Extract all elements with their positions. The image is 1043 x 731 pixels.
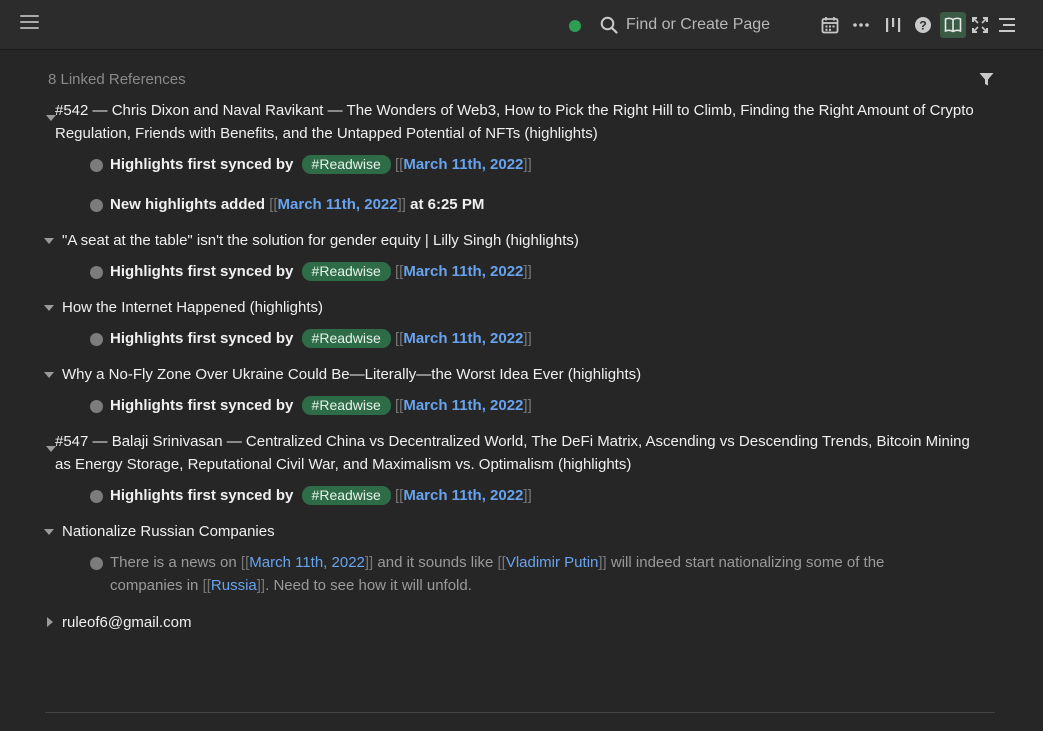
date-link[interactable]: March 11th, 2022 [249,554,365,571]
readwise-tag[interactable]: #Readwise [301,396,391,415]
align-icon[interactable] [996,13,1018,37]
reference-page-title[interactable]: #542 — Chris Dixon and Naval Ravikant — … [44,99,984,145]
date-link[interactable]: March 11th, 2022 [403,156,523,173]
news-text-2: and it sounds like [377,554,494,571]
reference-block: New highlights added [[March 11th, 2022]… [90,193,484,216]
date-link[interactable]: March 11th, 2022 [403,263,523,280]
block-bullet[interactable] [90,557,103,570]
readwise-tag[interactable]: #Readwise [301,262,391,281]
reference-page-title[interactable]: #547 — Balaji Srinivasan — Centralized C… [44,430,984,476]
reference-block: Highlights first synced by #Readwise [[M… [90,327,532,350]
reference-page-title[interactable]: Nationalize Russian Companies [44,520,984,543]
synced-by-text: Highlights first synced by [110,487,294,504]
news-text-1: There is a news on [110,554,237,571]
readwise-tag[interactable]: #Readwise [301,329,391,348]
new-highlights-time: at 6:25 PM [410,196,485,213]
reference-block: Highlights first synced by #Readwise [[M… [90,260,532,283]
reference-page-title[interactable]: How the Internet Happened (highlights) [44,296,984,319]
date-link[interactable]: March 11th, 2022 [403,487,523,504]
calendar-icon[interactable] [819,13,841,37]
block-bullet[interactable] [90,266,103,279]
reference-group: "A seat at the table" isn't the solution… [44,229,984,252]
reference-block: Highlights first synced by #Readwise [[M… [90,484,532,507]
new-highlights-text: New highlights added [110,196,266,213]
news-text-4: . Need to see how it will unfold. [265,577,472,594]
date-link[interactable]: March 11th, 2022 [403,330,523,347]
block-bullet[interactable] [90,490,103,503]
synced-by-text: Highlights first synced by [110,330,294,347]
reference-group: ruleof6@gmail.com [44,611,984,634]
reference-page-title[interactable]: ruleof6@gmail.com [44,611,984,634]
block-bullet[interactable] [90,159,103,172]
divider [45,712,995,713]
book-icon[interactable] [940,12,966,38]
synced-by-text: Highlights first synced by [110,263,294,280]
readwise-tag[interactable]: #Readwise [301,486,391,505]
menu-icon[interactable] [20,15,39,31]
reference-page-title[interactable]: "A seat at the table" isn't the solution… [44,229,984,252]
top-bar: Find or Create Page ? [0,0,1043,50]
date-link[interactable]: March 11th, 2022 [278,196,398,213]
expand-icon[interactable] [969,13,991,37]
reference-group: How the Internet Happened (highlights) [44,296,984,319]
synced-by-text: Highlights first synced by [110,156,294,173]
readwise-tag[interactable]: #Readwise [301,155,391,174]
reference-block: There is a news on [[March 11th, 2022]] … [90,551,930,597]
synced-by-text: Highlights first synced by [110,397,294,414]
svg-text:?: ? [919,18,926,32]
columns-icon[interactable] [882,13,904,37]
block-bullet[interactable] [90,333,103,346]
date-link[interactable]: March 11th, 2022 [403,397,523,414]
block-bullet[interactable] [90,400,103,413]
reference-group: Nationalize Russian Companies [44,520,984,543]
reference-group: Why a No-Fly Zone Over Ukraine Could Be—… [44,363,984,386]
reference-page-title[interactable]: Why a No-Fly Zone Over Ukraine Could Be—… [44,363,984,386]
help-icon[interactable]: ? [912,13,934,37]
sync-status-indicator [569,20,581,32]
reference-group: #542 — Chris Dixon and Naval Ravikant — … [44,99,984,145]
reference-group: #547 — Balaji Srinivasan — Centralized C… [44,430,984,476]
reference-block: Highlights first synced by #Readwise [[M… [90,394,532,417]
linked-references-header: 8 Linked References [48,71,186,88]
search-placeholder: Find or Create Page [626,16,771,33]
search-input[interactable]: Find or Create Page [600,13,770,37]
reference-block: Highlights first synced by #Readwise [[M… [90,153,532,176]
search-icon [600,16,618,34]
putin-link[interactable]: Vladimir Putin [506,554,599,571]
filter-icon[interactable] [979,72,994,87]
block-bullet[interactable] [90,199,103,212]
linked-references-panel: 8 Linked References #542 — Chris Dixon a… [0,50,1043,731]
more-icon[interactable] [850,13,872,37]
russia-link[interactable]: Russia [211,577,257,594]
